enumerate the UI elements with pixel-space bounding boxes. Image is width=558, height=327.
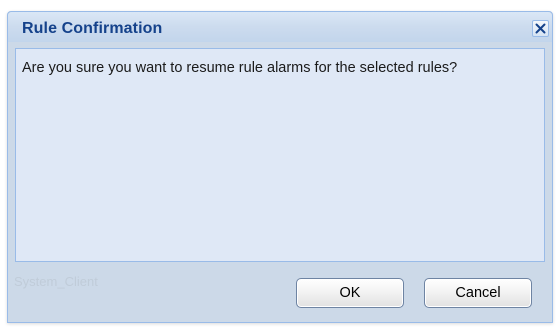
cancel-button[interactable]: Cancel <box>424 278 532 308</box>
close-icon <box>535 23 546 34</box>
message-area: Are you sure you want to resume rule ala… <box>15 48 545 262</box>
background-client-label: System_Client <box>14 274 98 289</box>
confirmation-message: Are you sure you want to resume rule ala… <box>22 60 458 76</box>
close-button[interactable] <box>532 20 549 37</box>
dialog-titlebar[interactable]: Rule Confirmation <box>8 12 552 42</box>
ok-button[interactable]: OK <box>296 278 404 308</box>
rule-confirmation-dialog: Rule Confirmation Are you sure you want … <box>7 11 553 323</box>
dialog-title: Rule Confirmation <box>22 20 163 37</box>
